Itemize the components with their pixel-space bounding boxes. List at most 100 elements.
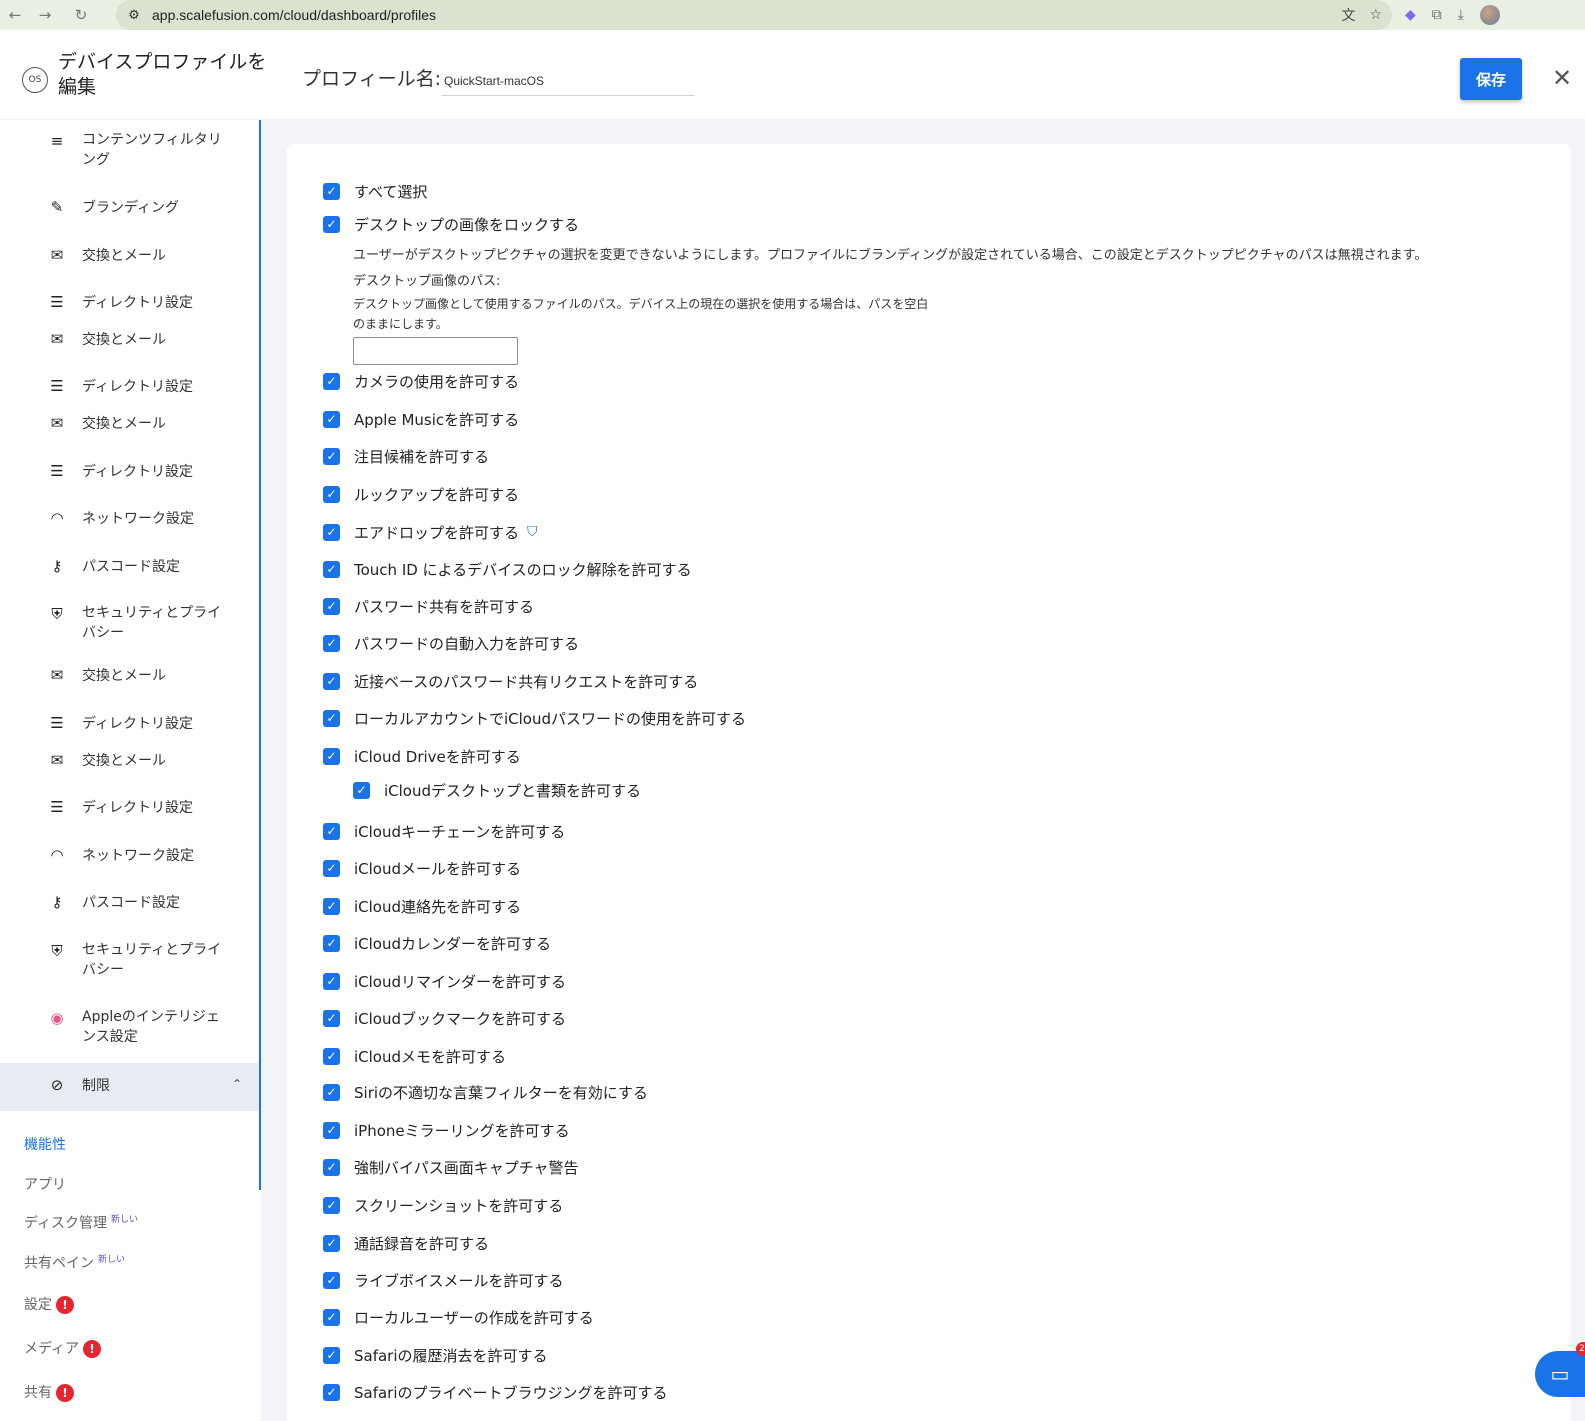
option-row[interactable]: ✓ ライブボイスメールを許可する bbox=[323, 1269, 564, 1291]
option-row[interactable]: ✓ パスワード共有を許可する bbox=[323, 595, 534, 617]
sidebar-item-content-filtering[interactable]: ≡ コンテンツフィルタリング bbox=[0, 130, 259, 174]
translate-icon[interactable]: 文 bbox=[1341, 5, 1355, 25]
option-checkbox[interactable]: ✓ bbox=[323, 1083, 340, 1101]
option-row[interactable]: ✓ カメラの使用を許可する bbox=[323, 370, 519, 392]
option-checkbox[interactable]: ✓ bbox=[323, 747, 340, 765]
sidebar-item-passcode[interactable]: ⚷ パスコード設定 bbox=[0, 893, 259, 915]
option-row[interactable]: ✓ Safariの履歴消去を許可する bbox=[323, 1344, 548, 1366]
subnav-settings[interactable]: 設定! bbox=[24, 1294, 74, 1314]
option-row[interactable]: ✓ ローカルユーザーの作成を許可する bbox=[323, 1306, 594, 1328]
option-row[interactable]: ✓ 通話録音を許可する bbox=[323, 1232, 489, 1254]
option-checkbox[interactable]: ✓ bbox=[323, 1158, 340, 1176]
option-checkbox[interactable]: ✓ bbox=[323, 897, 340, 915]
option-row[interactable]: ✓ 強制バイパス画面キャプチャ警告 bbox=[323, 1156, 579, 1178]
sidebar-item-directory[interactable]: ☰ ディレクトリ設定 bbox=[0, 377, 259, 399]
option-checkbox[interactable]: ✓ bbox=[323, 1047, 340, 1065]
option-checkbox[interactable]: ✓ bbox=[353, 781, 370, 799]
option-row[interactable]: ✓ iCloudリマインダーを許可する bbox=[323, 970, 566, 992]
option-row[interactable]: ✓ Siriの不適切な言葉フィルターを有効にする bbox=[323, 1081, 648, 1103]
sidebar-item-directory[interactable]: ☰ ディレクトリ設定 bbox=[0, 798, 259, 820]
sidebar-item-network[interactable]: ◠ ネットワーク設定 bbox=[0, 846, 259, 868]
lock-desktop-row[interactable]: ✓ デスクトップの画像をロックする bbox=[323, 213, 579, 235]
sidebar-item-exchange-mail[interactable]: ✉ 交換とメール bbox=[0, 330, 259, 352]
option-checkbox[interactable]: ✓ bbox=[323, 672, 340, 690]
site-settings-icon[interactable]: ⚙ bbox=[122, 8, 146, 23]
select-all-row[interactable]: ✓ すべて選択 bbox=[323, 180, 427, 202]
chat-icon[interactable]: ▭ bbox=[1535, 1351, 1585, 1397]
bookmark-star-icon[interactable]: ☆ bbox=[1369, 7, 1382, 23]
option-checkbox[interactable]: ✓ bbox=[323, 1009, 340, 1027]
reload-icon[interactable]: ↻ bbox=[66, 0, 96, 30]
chevron-up-icon[interactable]: ⌃ bbox=[232, 1077, 242, 1091]
option-checkbox[interactable]: ✓ bbox=[323, 1346, 340, 1364]
select-all-checkbox[interactable]: ✓ bbox=[323, 182, 340, 200]
sidebar-item-exchange-mail[interactable]: ✉ 交換とメール bbox=[0, 246, 259, 268]
option-checkbox[interactable]: ✓ bbox=[323, 972, 340, 990]
option-row[interactable]: ✓ iCloud連絡先を許可する bbox=[323, 895, 521, 917]
option-checkbox[interactable]: ✓ bbox=[323, 634, 340, 652]
sidebar-item-security-privacy[interactable]: ⛨ セキュリティとプライバシー bbox=[0, 603, 259, 647]
option-checkbox[interactable]: ✓ bbox=[323, 1308, 340, 1326]
desktop-path-input[interactable] bbox=[353, 337, 518, 365]
option-row[interactable]: ✓ Apple Musicを許可する bbox=[323, 408, 519, 430]
sidebar-item-security-privacy[interactable]: ⛨ セキュリティとプライバシー bbox=[0, 940, 259, 984]
sidebar-item-exchange-mail[interactable]: ✉ 交換とメール bbox=[0, 666, 259, 688]
sidebar-item-network[interactable]: ◠ ネットワーク設定 bbox=[0, 509, 259, 531]
back-arrow-icon[interactable]: ← bbox=[0, 0, 30, 30]
option-row[interactable]: ✓ iCloudデスクトップと書類を許可する bbox=[353, 779, 641, 801]
option-checkbox[interactable]: ✓ bbox=[323, 709, 340, 727]
option-checkbox[interactable]: ✓ bbox=[323, 1271, 340, 1289]
option-checkbox[interactable]: ✓ bbox=[323, 1121, 340, 1139]
option-checkbox[interactable]: ✓ bbox=[323, 372, 340, 390]
option-row[interactable]: ✓ ルックアップを許可する bbox=[323, 483, 519, 505]
option-row[interactable]: ✓ iCloud Driveを許可する bbox=[323, 745, 521, 767]
option-row[interactable]: ✓ ローカルアカウントでiCloudパスワードの使用を許可する bbox=[323, 707, 746, 729]
sidebar-item-exchange-mail[interactable]: ✉ 交換とメール bbox=[0, 414, 259, 436]
option-row[interactable]: ✓ iCloudカレンダーを許可する bbox=[323, 932, 551, 954]
subnav-sharing[interactable]: 共有! bbox=[24, 1382, 74, 1402]
subnav-media[interactable]: メディア! bbox=[24, 1338, 102, 1358]
option-checkbox[interactable]: ✓ bbox=[323, 934, 340, 952]
extension-icon[interactable]: ◆ bbox=[1405, 7, 1416, 23]
option-checkbox[interactable]: ✓ bbox=[323, 1234, 340, 1252]
sidebar-item-passcode[interactable]: ⚷ パスコード設定 bbox=[0, 557, 259, 579]
option-row[interactable]: ✓ パスワードの自動入力を許可する bbox=[323, 632, 579, 654]
option-row[interactable]: ✓ エアドロップを許可する ⛉ bbox=[323, 521, 538, 543]
option-checkbox[interactable]: ✓ bbox=[323, 523, 340, 541]
option-checkbox[interactable]: ✓ bbox=[323, 1196, 340, 1214]
profile-avatar[interactable] bbox=[1479, 5, 1500, 25]
save-button[interactable]: 保存 bbox=[1460, 58, 1522, 100]
address-bar[interactable]: ⚙ app.scalefusion.com/cloud/dashboard/pr… bbox=[116, 0, 1392, 30]
option-checkbox[interactable]: ✓ bbox=[323, 859, 340, 877]
option-row[interactable]: ✓ 注目候補を許可する bbox=[323, 445, 489, 467]
option-row[interactable]: ✓ iPhoneミラーリングを許可する bbox=[323, 1119, 570, 1141]
subnav-apps[interactable]: アプリ bbox=[24, 1174, 66, 1194]
option-row[interactable]: ✓ iCloudメールを許可する bbox=[323, 857, 521, 879]
sidebar-item-directory[interactable]: ☰ ディレクトリ設定 bbox=[0, 293, 259, 315]
option-row[interactable]: ✓ iCloudキーチェーンを許可する bbox=[323, 820, 565, 842]
option-checkbox[interactable]: ✓ bbox=[323, 447, 340, 465]
close-icon[interactable]: ✕ bbox=[1548, 64, 1576, 92]
sidebar-item-directory[interactable]: ☰ ディレクトリ設定 bbox=[0, 714, 259, 736]
sidebar-item-restrictions[interactable]: ⊘ 制限 ⌃ bbox=[0, 1063, 259, 1111]
sidebar-item-apple-intelligence[interactable]: ◉ Appleのインテリジェンス設定 bbox=[0, 1007, 259, 1051]
option-row[interactable]: ✓ iCloudブックマークを許可する bbox=[323, 1007, 566, 1029]
option-row[interactable]: ✓ Safariのプライベートブラウジングを許可する bbox=[323, 1381, 668, 1403]
option-checkbox[interactable]: ✓ bbox=[323, 597, 340, 615]
sidebar-item-branding[interactable]: ✎ ブランディング bbox=[0, 198, 259, 220]
option-row[interactable]: ✓ iCloudメモを許可する bbox=[323, 1045, 506, 1067]
sidebar-item-directory[interactable]: ☰ ディレクトリ設定 bbox=[0, 462, 259, 484]
url-text[interactable]: app.scalefusion.com/cloud/dashboard/prof… bbox=[152, 7, 436, 23]
subnav-sharing-pane[interactable]: 共有ペイン 新しい bbox=[24, 1252, 125, 1273]
option-checkbox[interactable]: ✓ bbox=[323, 1383, 340, 1401]
option-row[interactable]: ✓ Touch ID によるデバイスのロック解除を許可する bbox=[323, 558, 692, 580]
option-checkbox[interactable]: ✓ bbox=[323, 560, 340, 578]
option-checkbox[interactable]: ✓ bbox=[323, 485, 340, 503]
lock-desktop-checkbox[interactable]: ✓ bbox=[323, 215, 340, 233]
download-icon[interactable]: ⤓ bbox=[1458, 7, 1464, 23]
puzzle-icon[interactable]: ⧉ bbox=[1432, 7, 1442, 23]
sidebar-item-exchange-mail[interactable]: ✉ 交換とメール bbox=[0, 751, 259, 773]
profile-name-input[interactable] bbox=[442, 66, 694, 96]
option-checkbox[interactable]: ✓ bbox=[323, 822, 340, 840]
option-checkbox[interactable]: ✓ bbox=[323, 410, 340, 428]
